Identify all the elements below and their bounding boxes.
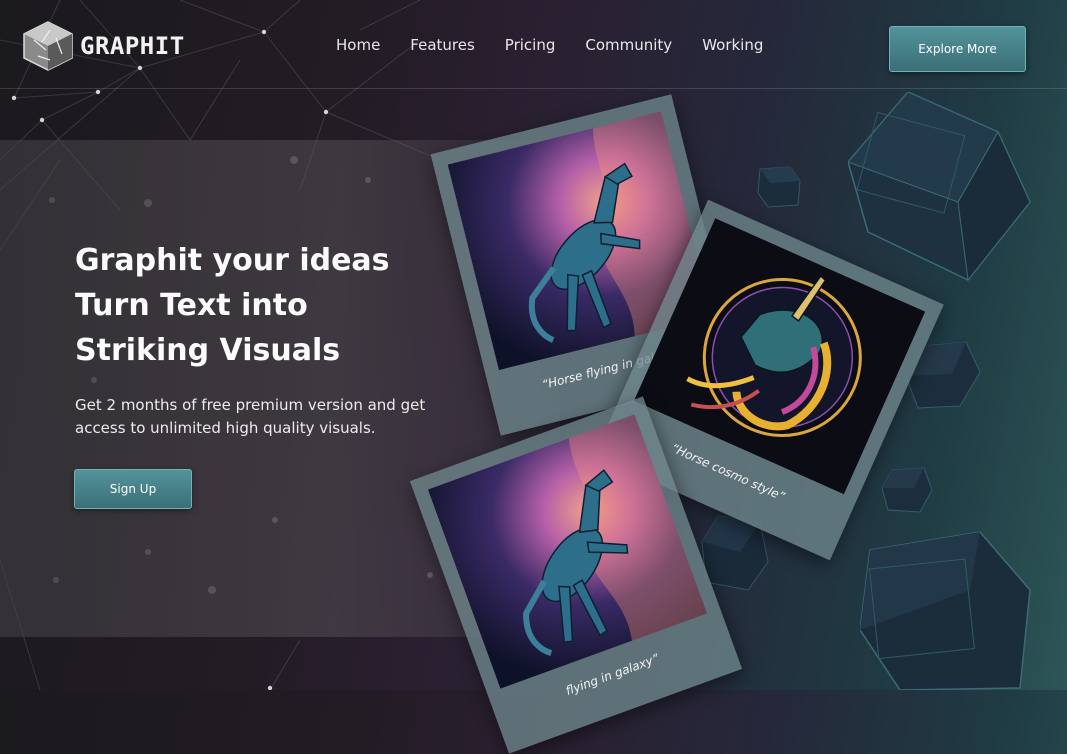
site-header: GRAPHIT Home Features Pricing Community …: [0, 0, 1067, 89]
headline-line-3: Striking Visuals: [75, 333, 341, 368]
subtext-line-1: Get 2 months of free premium version and…: [75, 396, 426, 414]
cube-decoration-small-3: [881, 467, 933, 513]
nav-item-home[interactable]: Home: [336, 36, 380, 54]
nav-item-features[interactable]: Features: [410, 36, 475, 54]
cube-decoration-small-1: [757, 166, 801, 208]
brand-logo[interactable]: GRAPHIT: [20, 20, 185, 72]
sign-up-button[interactable]: Sign Up: [74, 469, 192, 509]
hero-headline: Graphit your ideas Turn Text into Striki…: [75, 238, 390, 373]
headline-line-2: Turn Text into: [75, 288, 308, 323]
subtext-line-2: access to unlimited high quality visuals…: [75, 419, 376, 437]
main-nav: Home Features Pricing Community Working: [336, 36, 793, 54]
hexagon-crystal-logo-icon: [23, 21, 73, 71]
nav-item-pricing[interactable]: Pricing: [505, 36, 556, 54]
nav-item-community[interactable]: Community: [585, 36, 672, 54]
brand-name: GRAPHIT: [80, 32, 185, 60]
explore-more-button[interactable]: Explore More: [889, 26, 1026, 72]
cube-decoration-large-top: [848, 92, 1031, 282]
headline-line-1: Graphit your ideas: [75, 243, 390, 278]
nav-item-working[interactable]: Working: [702, 36, 763, 54]
hero-subtext: Get 2 months of free premium version and…: [75, 394, 475, 440]
cube-decoration-large-bottom: [860, 531, 1031, 690]
